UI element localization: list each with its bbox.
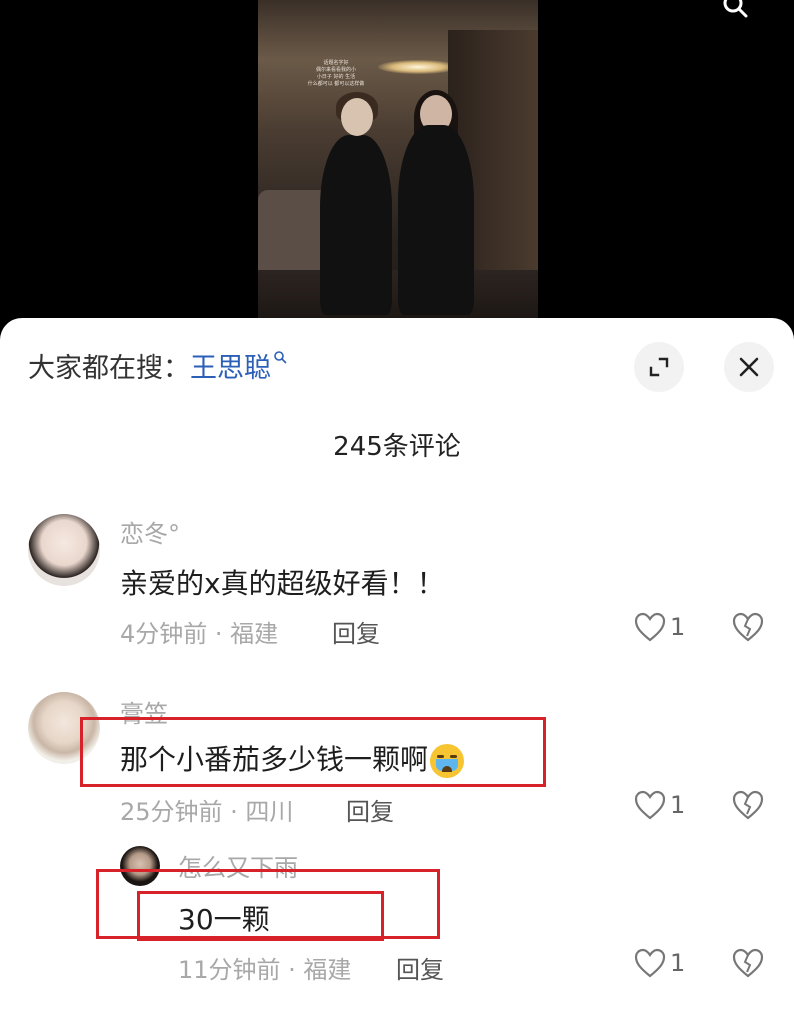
heart-icon [634, 948, 666, 978]
search-suggestion-keyword[interactable]: 王思聪 [190, 353, 271, 384]
comment-text: 亲爱的x真的超级好看！！ [120, 567, 445, 600]
head-left [341, 98, 373, 136]
comment-meta: 4分钟前 · 福建 [120, 620, 279, 648]
person-left [320, 135, 392, 315]
like-count: 1 [670, 613, 686, 641]
video-frame[interactable]: 话题名字好 偶尔来看看我的小 小日子 好的 生活 什么都可以 都可以这样做 [258, 0, 538, 330]
comment-sheet: 大家都在搜：王思聪 245条评论 恋冬° 亲爱的x真的超级好看！！ 4分钟前 ·… [0, 318, 794, 1024]
like-count: 1 [670, 791, 686, 819]
comment-username[interactable]: 恋冬° [120, 514, 180, 549]
reply-button[interactable]: 回复 [396, 950, 444, 985]
person-right [398, 125, 474, 315]
expand-button[interactable] [634, 342, 684, 392]
heart-icon [634, 790, 666, 820]
like-button[interactable]: 1 [634, 612, 685, 642]
search-icon[interactable] [722, 0, 748, 20]
reply-meta: 11分钟前 · 福建 [178, 956, 352, 984]
video-player[interactable]: 话题名字好 偶尔来看看我的小 小日子 好的 生活 什么都可以 都可以这样做 [0, 0, 794, 330]
like-count: 1 [670, 949, 686, 977]
comment-count: 245条评论 [333, 432, 461, 462]
highlight-box-inner [137, 891, 384, 941]
heart-icon [634, 612, 666, 642]
broken-heart-icon [732, 790, 764, 820]
dislike-button[interactable] [732, 612, 764, 646]
comment-meta: 25分钟前 · 四川 [120, 798, 294, 826]
highlight-box [80, 717, 546, 787]
expand-icon [649, 357, 669, 377]
close-icon [739, 357, 759, 377]
like-button[interactable]: 1 [634, 948, 685, 978]
search-suggestion[interactable]: 大家都在搜：王思聪 [28, 346, 287, 385]
broken-heart-icon [732, 612, 764, 642]
video-caption: 话题名字好 偶尔来看看我的小 小日子 好的 生活 什么都可以 都可以这样做 [307, 60, 365, 87]
dislike-button[interactable] [732, 948, 764, 982]
close-button[interactable] [724, 342, 774, 392]
broken-heart-icon [732, 948, 764, 978]
dislike-button[interactable] [732, 790, 764, 824]
search-suggestion-prefix: 大家都在搜： [28, 353, 190, 384]
like-button[interactable]: 1 [634, 790, 685, 820]
search-icon [274, 351, 287, 364]
reply-button[interactable]: 回复 [346, 792, 394, 827]
reply-button[interactable]: 回复 [332, 614, 380, 649]
avatar[interactable] [28, 514, 100, 586]
